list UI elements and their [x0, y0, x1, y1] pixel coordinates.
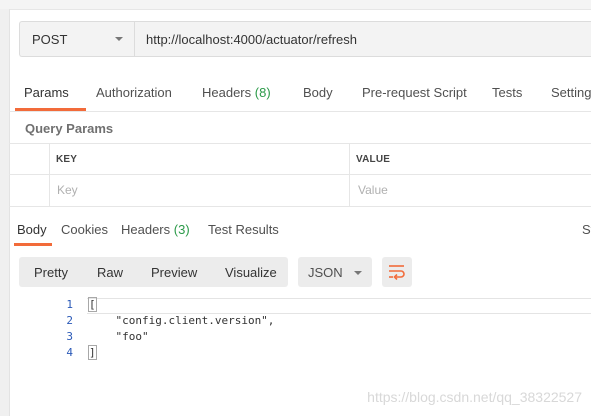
value-input[interactable]: Value: [358, 183, 388, 197]
code-line: [: [88, 297, 97, 312]
tab-response-body[interactable]: Body: [17, 222, 47, 237]
line-number: 2: [66, 314, 73, 327]
tab-response-headers[interactable]: Headers (3): [121, 222, 190, 237]
chevron-down-icon: [354, 271, 362, 275]
request-tabs: Params Authorization Headers (8) Body Pr…: [9, 77, 591, 112]
wrap-lines-icon: [389, 265, 405, 280]
preview-button[interactable]: Preview: [151, 265, 197, 280]
tab-params[interactable]: Params: [24, 85, 69, 100]
tab-cookies[interactable]: Cookies: [61, 222, 108, 237]
format-select[interactable]: JSON: [298, 257, 372, 287]
table-divider: [9, 174, 591, 175]
url-input[interactable]: http://localhost:4000/actuator/refresh: [134, 21, 591, 57]
table-divider: [49, 144, 50, 206]
method-select[interactable]: POST: [19, 21, 134, 57]
line-number: 1: [66, 298, 73, 311]
value-column-header: VALUE: [356, 154, 391, 165]
headers-count: (8): [254, 85, 271, 100]
window-top-edge: [0, 0, 591, 10]
line-number: 4: [66, 346, 73, 359]
url-text: http://localhost:4000/actuator/refresh: [146, 32, 358, 47]
line-number: 3: [66, 330, 73, 343]
watermark: https://blog.csdn.net/qq_38322527: [367, 389, 582, 405]
code-line: ]: [88, 345, 97, 360]
table-divider: [349, 144, 350, 206]
response-headers-count: (3): [173, 222, 190, 237]
query-params-title: Query Params: [25, 121, 114, 136]
chevron-down-icon: [115, 37, 123, 41]
visualize-button[interactable]: Visualize: [225, 265, 277, 280]
code-line: "config.client.version",: [89, 314, 275, 327]
code-line: "foo": [89, 330, 149, 343]
current-line-highlight: [87, 298, 591, 314]
tab-pre-request-script[interactable]: Pre-request Script: [362, 85, 467, 100]
active-tab-indicator: [15, 108, 86, 111]
query-params-table: KEY VALUE Key Value: [9, 143, 591, 207]
key-input[interactable]: Key: [57, 183, 78, 197]
tab-authorization[interactable]: Authorization: [96, 85, 172, 100]
tab-test-results[interactable]: Test Results: [208, 222, 279, 237]
tab-settings[interactable]: Settings: [551, 85, 591, 100]
active-tab-indicator: [14, 243, 52, 246]
status-label: St: [582, 222, 591, 237]
wrap-lines-button[interactable]: [382, 257, 412, 287]
format-label: JSON: [308, 265, 343, 280]
tab-tests[interactable]: Tests: [492, 85, 522, 100]
method-label: POST: [32, 32, 68, 47]
pretty-button[interactable]: Pretty: [34, 265, 68, 280]
view-mode-selector: Pretty Raw Preview Visualize: [19, 257, 288, 287]
key-column-header: KEY: [56, 154, 78, 165]
tab-headers[interactable]: Headers (8): [202, 85, 271, 100]
response-tabs: Body Cookies Headers (3) Test Results St: [9, 214, 591, 246]
raw-button[interactable]: Raw: [97, 265, 123, 280]
tab-body[interactable]: Body: [303, 85, 333, 100]
